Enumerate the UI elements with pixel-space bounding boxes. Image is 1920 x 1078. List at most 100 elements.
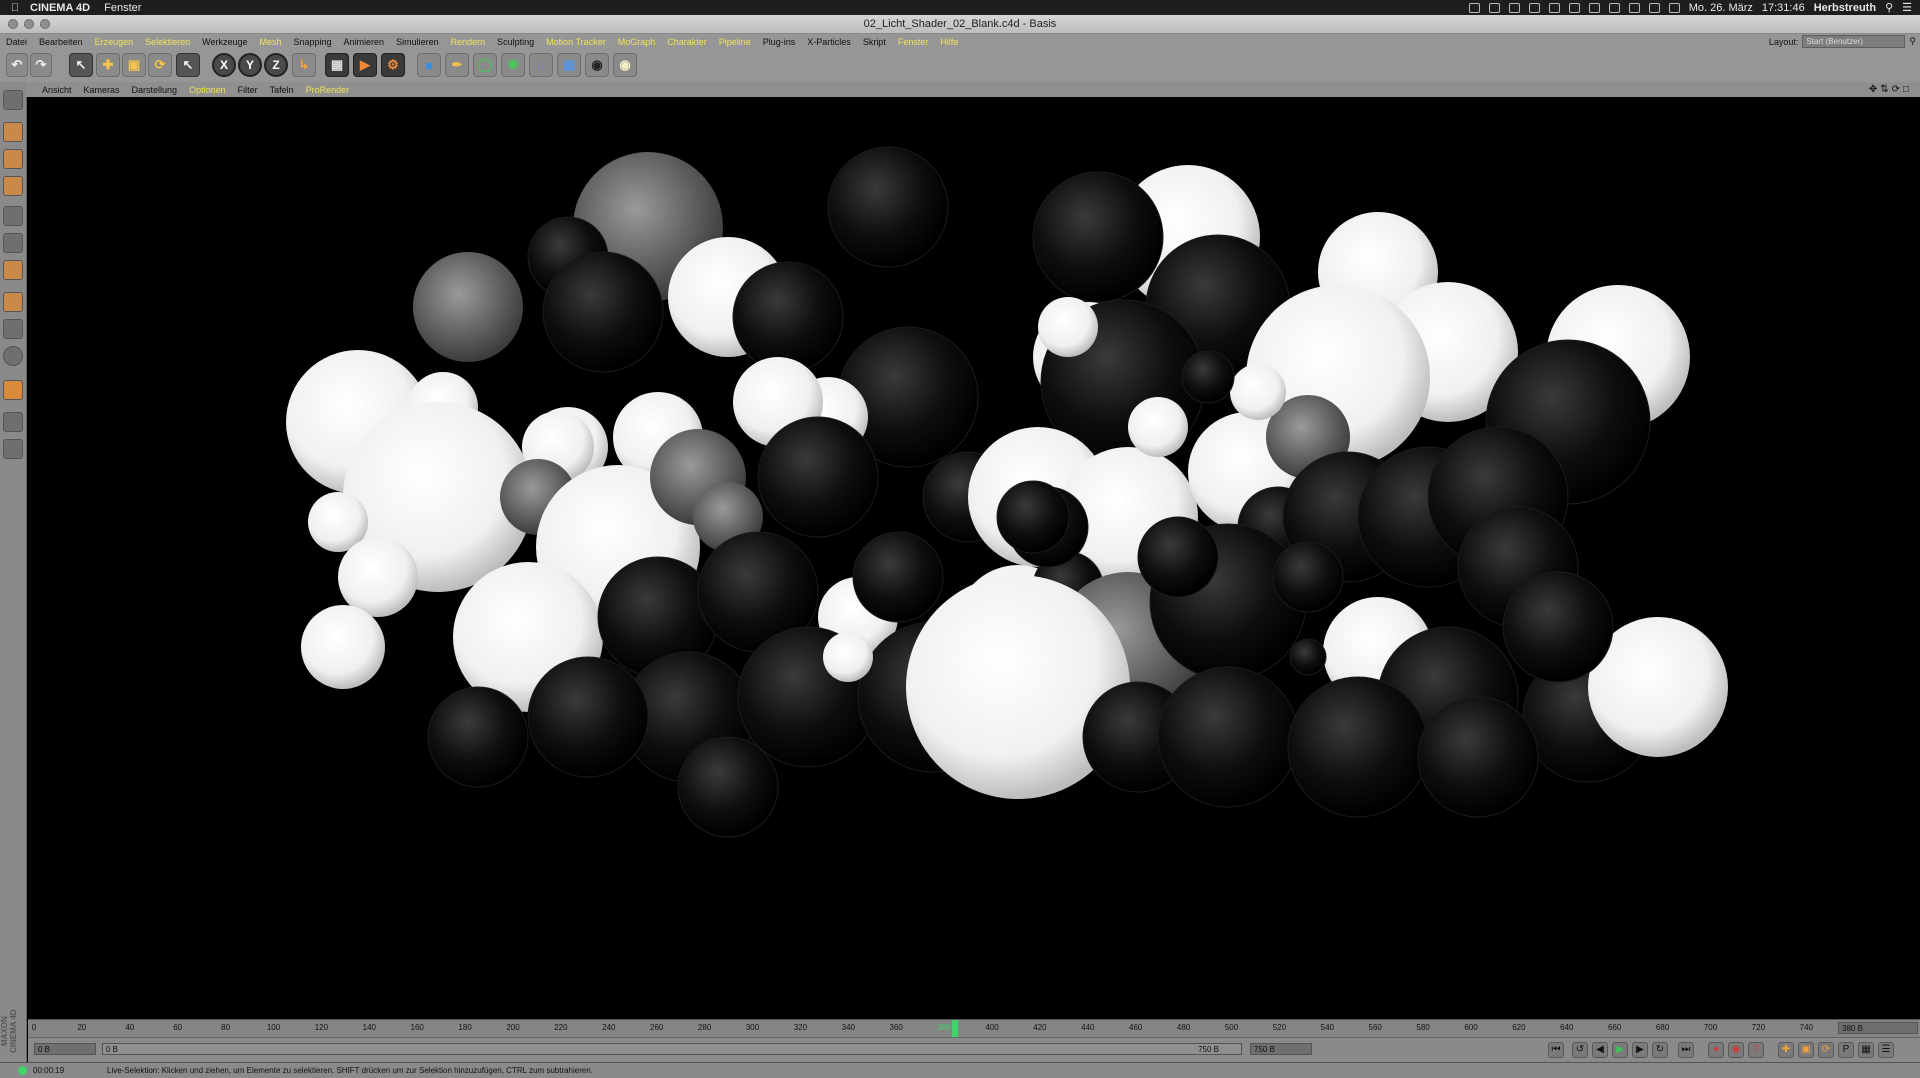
key-parameter-button[interactable]: P (1838, 1042, 1854, 1058)
viewport-menu-tafeln[interactable]: Tafeln (264, 85, 300, 95)
x-axis-lock-button[interactable]: X (212, 53, 236, 77)
subdivision-surface-button[interactable]: ◯ (473, 53, 497, 77)
viewport-menu-darstellung[interactable]: Darstellung (126, 85, 184, 95)
menu-motion-tracker[interactable]: Motion Tracker (540, 37, 612, 47)
rotate-tool-button[interactable]: ⟳ (148, 53, 172, 77)
key-rotation-button[interactable]: ⟳ (1818, 1042, 1834, 1058)
next-key-button[interactable]: ↻ (1652, 1042, 1668, 1058)
tweak-mode-icon[interactable] (3, 319, 23, 339)
menubar-date[interactable]: Mo. 26. März (1689, 2, 1753, 14)
start-frame-field[interactable]: 0 B (34, 1043, 96, 1055)
preview-range-slider[interactable]: 0 B 750 B (102, 1043, 1242, 1055)
undo-button[interactable]: ↶ (6, 53, 28, 77)
floor-object-button[interactable]: ▦ (557, 53, 581, 77)
key-pla-button[interactable]: ▦ (1858, 1042, 1874, 1058)
model-mode-icon[interactable] (3, 122, 23, 142)
camera-object-button[interactable]: ◉ (585, 53, 609, 77)
bluetooth-icon[interactable] (1628, 2, 1640, 13)
search-icon[interactable]: ⚲ (1909, 36, 1916, 47)
menu-erzeugen[interactable]: Erzeugen (89, 37, 140, 47)
timeline-menu-button[interactable]: ☰ (1878, 1042, 1894, 1058)
z-axis-lock-button[interactable]: Z (264, 53, 288, 77)
deformer-button[interactable]: ○ (529, 53, 553, 77)
sync-icon[interactable] (1468, 2, 1480, 13)
zoom-window-button[interactable] (40, 19, 50, 29)
autokeying-button[interactable]: ◉ (1728, 1042, 1744, 1058)
menu-mograph[interactable]: MoGraph (612, 37, 662, 47)
keyframe-selection-button[interactable]: ? (1748, 1042, 1764, 1058)
snapping-icon[interactable] (3, 346, 23, 366)
menu-animieren[interactable]: Animieren (338, 37, 391, 47)
menu-skript[interactable]: Skript (857, 37, 892, 47)
menubar-user[interactable]: Herbstreuth (1814, 2, 1876, 14)
screenshot-icon[interactable] (1588, 2, 1600, 13)
record-keys-button[interactable]: ● (1708, 1042, 1724, 1058)
viewport-menu-kameras[interactable]: Kameras (78, 85, 126, 95)
magnet-icon[interactable] (3, 380, 23, 400)
app-menu[interactable]: CINEMA 4D (30, 2, 90, 14)
redo-button[interactable]: ↷ (30, 53, 52, 77)
go-to-start-button[interactable]: ⏮ (1548, 1042, 1564, 1058)
edges-mode-icon[interactable] (3, 233, 23, 253)
render-view-button[interactable]: ▦ (325, 53, 349, 77)
close-window-button[interactable] (8, 19, 18, 29)
current-frame-field[interactable]: 380 B (1838, 1022, 1918, 1034)
menu-x-particles[interactable]: X-Particles (801, 37, 857, 47)
texture-mode-icon[interactable] (3, 149, 23, 169)
play-button[interactable]: ▶ (1612, 1042, 1628, 1058)
notification-center-icon[interactable]: ☰ (1902, 1, 1912, 14)
menu-charakter[interactable]: Charakter (661, 37, 713, 47)
menu-datei[interactable]: Datei (0, 37, 33, 47)
viewport-nav-icons[interactable]: ✥⇅⟳□ (1869, 84, 1912, 95)
workplane-lock-icon[interactable] (3, 439, 23, 459)
y-axis-lock-button[interactable]: Y (238, 53, 262, 77)
menu-pipeline[interactable]: Pipeline (713, 37, 757, 47)
scale-tool-button[interactable]: ▣ (122, 53, 146, 77)
menu-fenster[interactable]: Fenster (892, 37, 935, 47)
menubar-time[interactable]: 17:31:46 (1762, 2, 1805, 14)
time-machine-icon[interactable] (1608, 2, 1620, 13)
wifi-icon[interactable] (1648, 2, 1660, 13)
coordinate-system-button[interactable]: ↳ (292, 53, 316, 77)
cube-object-button[interactable]: ■ (417, 53, 441, 77)
next-frame-button[interactable]: ▶ (1632, 1042, 1648, 1058)
array-generator-button[interactable]: ✺ (501, 53, 525, 77)
menu-simulieren[interactable]: Simulieren (390, 37, 445, 47)
menu-snapping[interactable]: Snapping (288, 37, 338, 47)
end-frame-field[interactable]: 750 B (1250, 1043, 1312, 1055)
axis-mode-icon[interactable] (3, 292, 23, 312)
evernote-icon[interactable] (1528, 2, 1540, 13)
pen-spline-button[interactable]: ✒ (445, 53, 469, 77)
workplane-icon[interactable] (3, 412, 23, 432)
polygons-mode-icon[interactable] (3, 260, 23, 280)
go-to-end-button[interactable]: ⏭ (1678, 1042, 1694, 1058)
previous-key-button[interactable]: ↺ (1572, 1042, 1588, 1058)
move-tool-button[interactable]: ✚ (96, 53, 120, 77)
cloud-icon[interactable] (1488, 2, 1500, 13)
apple-icon[interactable]:  (0, 2, 30, 14)
workplane-mode-icon[interactable] (3, 176, 23, 196)
key-scale-button[interactable]: ▣ (1798, 1042, 1814, 1058)
menu-bearbeiten[interactable]: Bearbeiten (33, 37, 89, 47)
menu-rendern[interactable]: Rendern (445, 37, 492, 47)
spotlight-icon[interactable]: ⚲ (1885, 1, 1893, 14)
viewport-menu-prorender[interactable]: ProRender (300, 85, 356, 95)
viewport-menu-filter[interactable]: Filter (232, 85, 264, 95)
menu-werkzeuge[interactable]: Werkzeuge (196, 37, 253, 47)
key-position-button[interactable]: ✚ (1778, 1042, 1794, 1058)
viewport-menu-ansicht[interactable]: Ansicht (36, 85, 78, 95)
layout-dropdown[interactable]: Start (Benutzer) (1802, 35, 1906, 48)
menu-mesh[interactable]: Mesh (253, 37, 287, 47)
playhead[interactable] (952, 1020, 958, 1038)
light-object-button[interactable]: ◉ (613, 53, 637, 77)
minimize-window-button[interactable] (24, 19, 34, 29)
viewport[interactable] (28, 97, 1920, 1019)
recent-tool-button[interactable]: ↖ (176, 53, 200, 77)
location-icon[interactable] (1508, 2, 1520, 13)
dropbox-icon[interactable] (1548, 2, 1560, 13)
menu-plug-ins[interactable]: Plug-ins (757, 37, 802, 47)
window-menu[interactable]: Fenster (104, 2, 141, 14)
render-settings-button[interactable]: ⚙ (381, 53, 405, 77)
display-icon[interactable] (1568, 2, 1580, 13)
previous-frame-button[interactable]: ◀ (1592, 1042, 1608, 1058)
